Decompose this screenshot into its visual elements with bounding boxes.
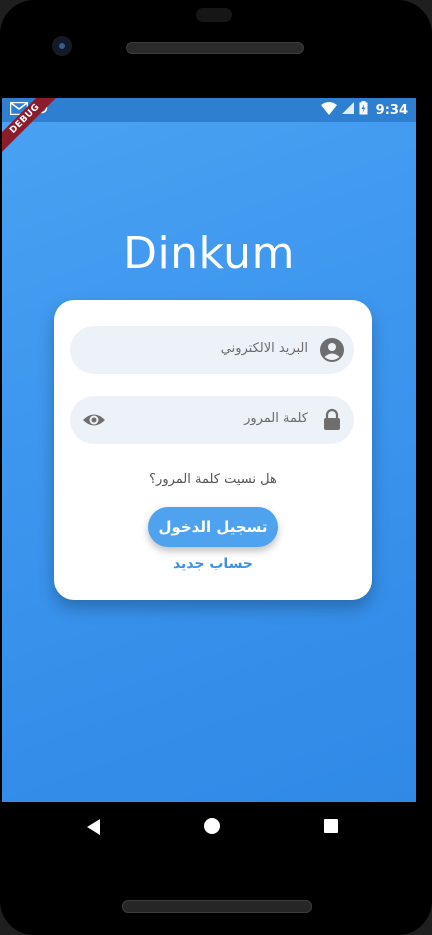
email-placeholder: البريد الالكتروني [220,341,308,356]
top-notch [196,8,232,22]
navigation-bar [2,802,416,850]
forgot-password-link[interactable]: هل نسيت كلمة المرور؟ [54,472,372,487]
password-field[interactable]: كلمة المرور [70,396,354,444]
clock: 9:34 [375,102,408,118]
back-icon[interactable] [86,819,102,839]
password-placeholder: كلمة المرور [244,411,308,426]
earpiece-speaker [126,42,304,54]
account-circle-icon [320,338,344,362]
system-status-icons: 9:34 [320,101,408,119]
signal-icon [341,102,354,118]
bottom-speaker [122,900,312,913]
front-camera [54,38,70,54]
recent-apps-icon[interactable] [324,819,338,833]
create-account-link[interactable]: حساب جديد [54,556,372,572]
app-title: Dinkum [123,228,295,279]
home-icon[interactable] [204,818,220,834]
app-screen: 9:34 DEBUG Dinkum البريد الالكتروني كلمة… [2,98,416,802]
login-card: البريد الالكتروني كلمة المرور هل نسيت كل… [54,300,372,600]
lock-icon [320,408,344,432]
login-button[interactable]: تسجيل الدخول [148,507,278,547]
battery-icon [359,101,368,119]
status-bar: 9:34 DEBUG [2,98,416,156]
wifi-icon [320,101,337,119]
device-frame: 9:34 DEBUG Dinkum البريد الالكتروني كلمة… [0,0,432,935]
eye-icon[interactable] [82,409,106,431]
email-field[interactable]: البريد الالكتروني [70,326,354,374]
